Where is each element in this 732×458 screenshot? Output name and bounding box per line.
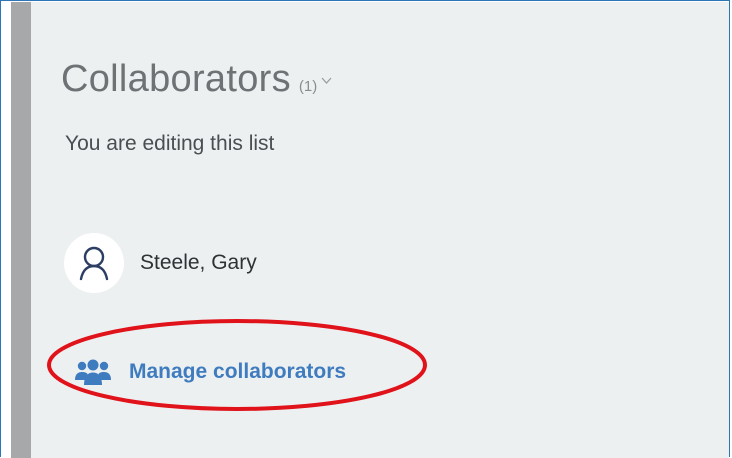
window-frame: Collaborators (1) You are editing this l…	[0, 0, 730, 458]
users-icon	[75, 359, 111, 385]
side-bar	[11, 2, 31, 458]
chevron-down-icon[interactable]	[320, 74, 333, 87]
panel-title: Collaborators	[61, 58, 291, 100]
avatar	[64, 233, 124, 293]
collaborators-heading[interactable]: Collaborators (1)	[61, 58, 333, 101]
manage-collaborators-label: Manage collaborators	[129, 360, 347, 383]
editing-status: You are editing this list	[65, 132, 275, 155]
user-icon	[79, 246, 109, 281]
collaborator-item[interactable]: Steele, Gary	[64, 233, 257, 293]
manage-collaborators-link[interactable]: Manage collaborators	[75, 358, 346, 386]
collaborator-count: (1)	[298, 78, 318, 95]
collaborator-name: Steele, Gary	[140, 251, 257, 274]
collaborators-panel: Collaborators (1) You are editing this l…	[31, 2, 729, 458]
